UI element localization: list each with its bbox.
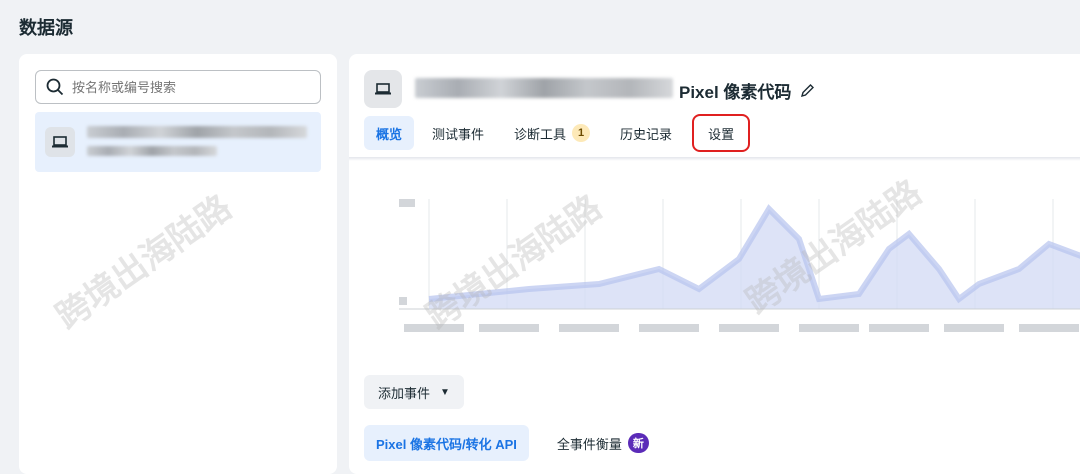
tab-label: 测试事件 xyxy=(432,126,485,142)
caret-down-icon: ▼ xyxy=(440,386,450,398)
blurred-source-id xyxy=(87,146,217,156)
tab-label: 历史记录 xyxy=(620,126,673,142)
search-input[interactable] xyxy=(72,79,292,95)
pixel-title: Pixel 像素代码 xyxy=(679,83,792,102)
tab-pixel-conversions-api[interactable]: Pixel 像素代码/转化 API xyxy=(364,425,529,461)
new-badge: 新 xyxy=(627,433,649,453)
tab-settings[interactable]: 设置 xyxy=(692,114,751,152)
bottom-tab-bar: Pixel 像素代码/转化 API 全事件衡量新 xyxy=(364,425,661,461)
divider xyxy=(349,157,1080,161)
chart-area xyxy=(429,209,1080,309)
pencil-edit-icon[interactable] xyxy=(799,83,815,99)
laptop-icon xyxy=(45,127,75,157)
tab-label: 诊断工具 xyxy=(514,126,567,142)
search-box[interactable] xyxy=(35,70,321,104)
tab-test-events[interactable]: 测试事件 xyxy=(420,116,496,150)
pixel-detail-panel: Pixel 像素代码 概览 测试事件 诊断工具 1 历史记录 设置 添加事件 ▼ P… xyxy=(349,54,1080,474)
tab-diagnostics[interactable]: 诊断工具 1 xyxy=(502,116,602,150)
tab-overview[interactable]: 概览 xyxy=(364,116,415,150)
diagnostics-count-badge: 1 xyxy=(572,124,591,142)
search-icon xyxy=(46,78,64,96)
tab-bar: 概览 测试事件 诊断工具 1 历史记录 设置 xyxy=(364,114,751,152)
tab-history[interactable]: 历史记录 xyxy=(608,116,684,150)
tab-label: 概览 xyxy=(376,126,403,142)
tab-label: 全事件衡量 xyxy=(556,436,622,452)
blurred-source-name xyxy=(87,126,307,138)
data-source-list-panel xyxy=(19,54,337,474)
tab-label: Pixel 像素代码/转化 API xyxy=(376,436,517,452)
laptop-icon xyxy=(364,70,402,108)
blurred-pixel-name xyxy=(415,78,673,98)
add-event-button[interactable]: 添加事件 ▼ xyxy=(364,375,464,409)
tab-label: 设置 xyxy=(708,126,735,142)
add-event-label: 添加事件 xyxy=(378,385,431,401)
page-title: 数据源 xyxy=(19,18,73,38)
blurred-activity-chart xyxy=(399,199,1080,332)
data-source-item[interactable] xyxy=(35,112,321,172)
tab-aggregated-event-measurement[interactable]: 全事件衡量新 xyxy=(545,425,661,461)
